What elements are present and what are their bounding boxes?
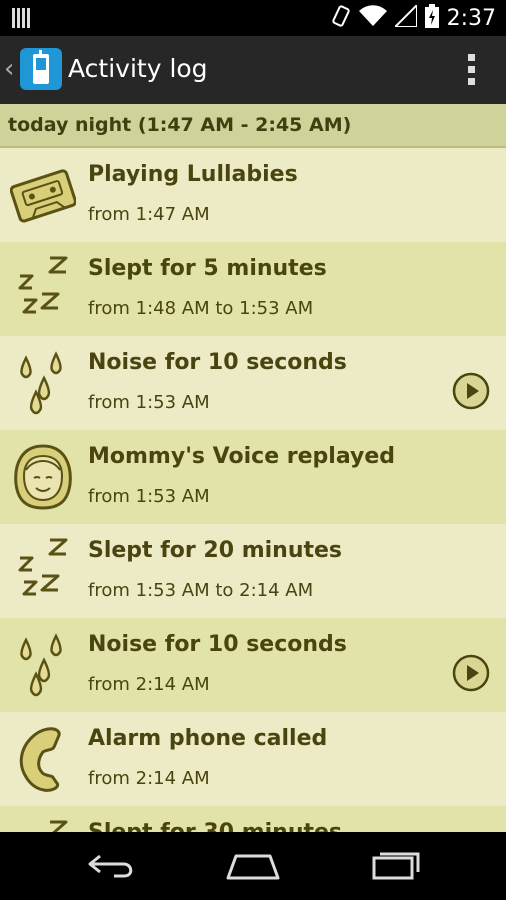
list-item[interactable]: Slept for 30 minutes	[0, 806, 506, 832]
section-header: today night (1:47 AM - 2:45 AM)	[0, 104, 506, 148]
entry-title: Noise for 10 seconds	[88, 350, 347, 375]
sleep-zzz-icon	[10, 818, 76, 832]
recents-nav-icon[interactable]	[372, 850, 420, 884]
play-button[interactable]	[452, 654, 490, 692]
entry-time: from 2:14 AM	[88, 768, 210, 789]
list-item[interactable]: Mommy's Voice replayed from 1:53 AM	[0, 430, 506, 524]
entry-title: Alarm phone called	[88, 726, 328, 751]
entry-time: from 1:48 AM to 1:53 AM	[88, 298, 314, 319]
list-item[interactable]: Slept for 5 minutes from 1:48 AM to 1:53…	[0, 242, 506, 336]
entry-title: Playing Lullabies	[88, 162, 298, 187]
app-icon[interactable]	[20, 48, 62, 90]
back-nav-icon[interactable]	[86, 850, 138, 884]
phone-handset-icon	[10, 724, 76, 794]
wifi-icon	[358, 5, 387, 31]
noise-drops-icon	[10, 630, 76, 700]
entry-time: from 2:14 AM	[88, 674, 210, 695]
page-title: Activity log	[68, 54, 208, 83]
activity-log-list[interactable]: today night (1:47 AM - 2:45 AM) Playing …	[0, 104, 506, 832]
navigation-bar	[0, 832, 506, 900]
cassette-icon	[9, 160, 77, 230]
list-item[interactable]: Noise for 10 seconds from 2:14 AM	[0, 618, 506, 712]
entry-title: Slept for 20 minutes	[88, 538, 343, 563]
list-item[interactable]: Alarm phone called from 2:14 AM	[0, 712, 506, 806]
entry-time: from 1:53 AM	[88, 392, 210, 413]
entry-title: Slept for 5 minutes	[88, 256, 327, 281]
play-icon	[452, 372, 490, 410]
sleep-zzz-icon	[10, 254, 76, 324]
back-chevron-icon[interactable]: ‹	[4, 54, 14, 84]
play-icon	[452, 654, 490, 692]
play-button[interactable]	[452, 372, 490, 410]
list-item[interactable]: Noise for 10 seconds from 1:53 AM	[0, 336, 506, 430]
entry-time: from 1:53 AM	[88, 486, 210, 507]
notification-bars-icon	[12, 8, 34, 32]
entry-title: Slept for 30 minutes	[88, 820, 342, 832]
sleep-zzz-icon	[10, 536, 76, 606]
noise-drops-icon	[10, 348, 76, 418]
home-nav-icon[interactable]	[226, 850, 280, 884]
action-bar: ‹ Activity log	[0, 36, 506, 104]
mommy-face-icon	[10, 442, 76, 512]
entry-title: Noise for 10 seconds	[88, 632, 347, 657]
list-item[interactable]: Playing Lullabies from 1:47 AM	[0, 148, 506, 242]
entry-time: from 1:47 AM	[88, 204, 210, 225]
entry-title: Mommy's Voice replayed	[88, 444, 396, 469]
status-bar: 2:37	[0, 0, 506, 36]
signal-icon	[392, 2, 418, 31]
list-item[interactable]: Slept for 20 minutes from 1:53 AM to 2:1…	[0, 524, 506, 618]
status-time: 2:37	[446, 5, 496, 31]
overflow-menu-icon[interactable]	[468, 54, 476, 86]
entry-time: from 1:53 AM to 2:14 AM	[88, 580, 314, 601]
section-header-label: today night (1:47 AM - 2:45 AM)	[8, 114, 352, 136]
battery-icon	[424, 4, 439, 32]
rotate-icon	[331, 4, 351, 32]
